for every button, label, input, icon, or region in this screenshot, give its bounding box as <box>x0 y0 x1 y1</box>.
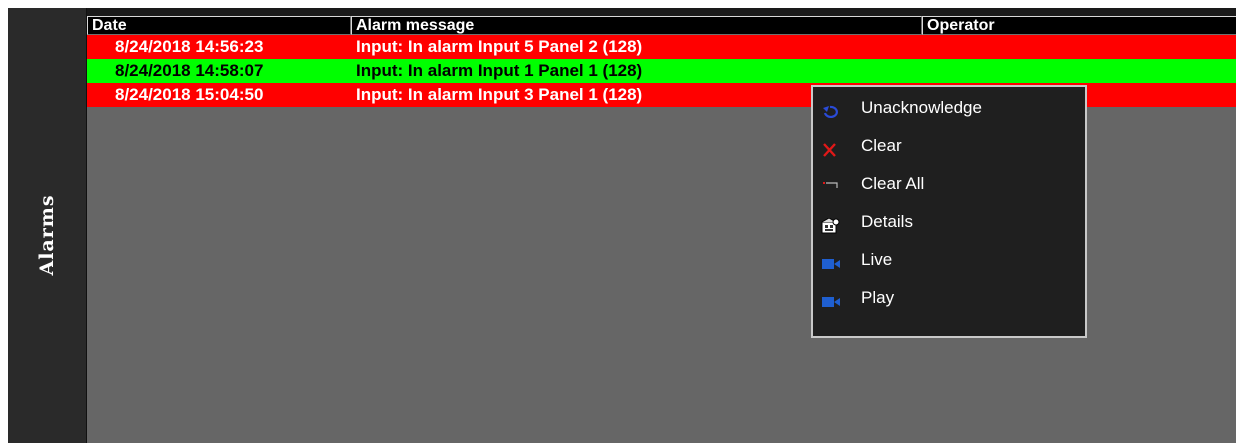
menu-item-live[interactable]: Live <box>818 245 1080 275</box>
details-icon <box>821 214 841 234</box>
menu-item-label: Clear All <box>861 174 925 193</box>
menu-item-details[interactable]: Details <box>818 207 1080 237</box>
menu-item-clear-all[interactable]: Clear All <box>818 169 1080 199</box>
row-date: 8/24/2018 15:04:50 <box>115 85 264 104</box>
row-date: 8/24/2018 14:58:07 <box>115 61 264 80</box>
menu-item-label: Unacknowledge <box>861 98 982 117</box>
menu-item-unacknowledge[interactable]: Unacknowledge <box>818 93 1080 123</box>
row-message: Input: In alarm Input 3 Panel 1 (128) <box>356 85 643 104</box>
column-header-date[interactable]: Date <box>87 16 351 35</box>
menu-item-play[interactable]: Play <box>818 283 1080 313</box>
menu-item-label: Live <box>861 250 893 269</box>
menu-item-label: Details <box>861 212 913 231</box>
menu-item-label: Play <box>861 288 895 307</box>
unacknowledge-icon <box>821 100 841 119</box>
sidebar-title: Alarms <box>36 194 58 276</box>
row-date: 8/24/2018 14:56:23 <box>115 37 264 56</box>
menu-item-label: Clear <box>861 136 902 155</box>
row-message: Input: In alarm Input 1 Panel 1 (128) <box>356 61 643 80</box>
column-header-operator[interactable]: Operator <box>922 16 1236 35</box>
menu-item-clear[interactable]: Clear <box>818 131 1080 161</box>
camera-icon <box>821 252 841 269</box>
grid-header: Date Alarm message Operator <box>87 16 1236 35</box>
column-header-alarm-message[interactable]: Alarm message <box>351 16 922 35</box>
table-row[interactable]: 8/24/2018 14:56:23 Input: In alarm Input… <box>87 35 1236 59</box>
clear-icon <box>821 138 841 157</box>
camera-icon <box>821 290 841 307</box>
table-row[interactable]: 8/24/2018 14:58:07 Input: In alarm Input… <box>87 59 1236 83</box>
row-message: Input: In alarm Input 5 Panel 2 (128) <box>356 37 643 56</box>
alarms-sidebar: Alarms <box>8 8 87 443</box>
context-menu: Unacknowledge Clear Clear All Details Li… <box>811 85 1087 338</box>
clear-all-icon <box>821 176 841 192</box>
